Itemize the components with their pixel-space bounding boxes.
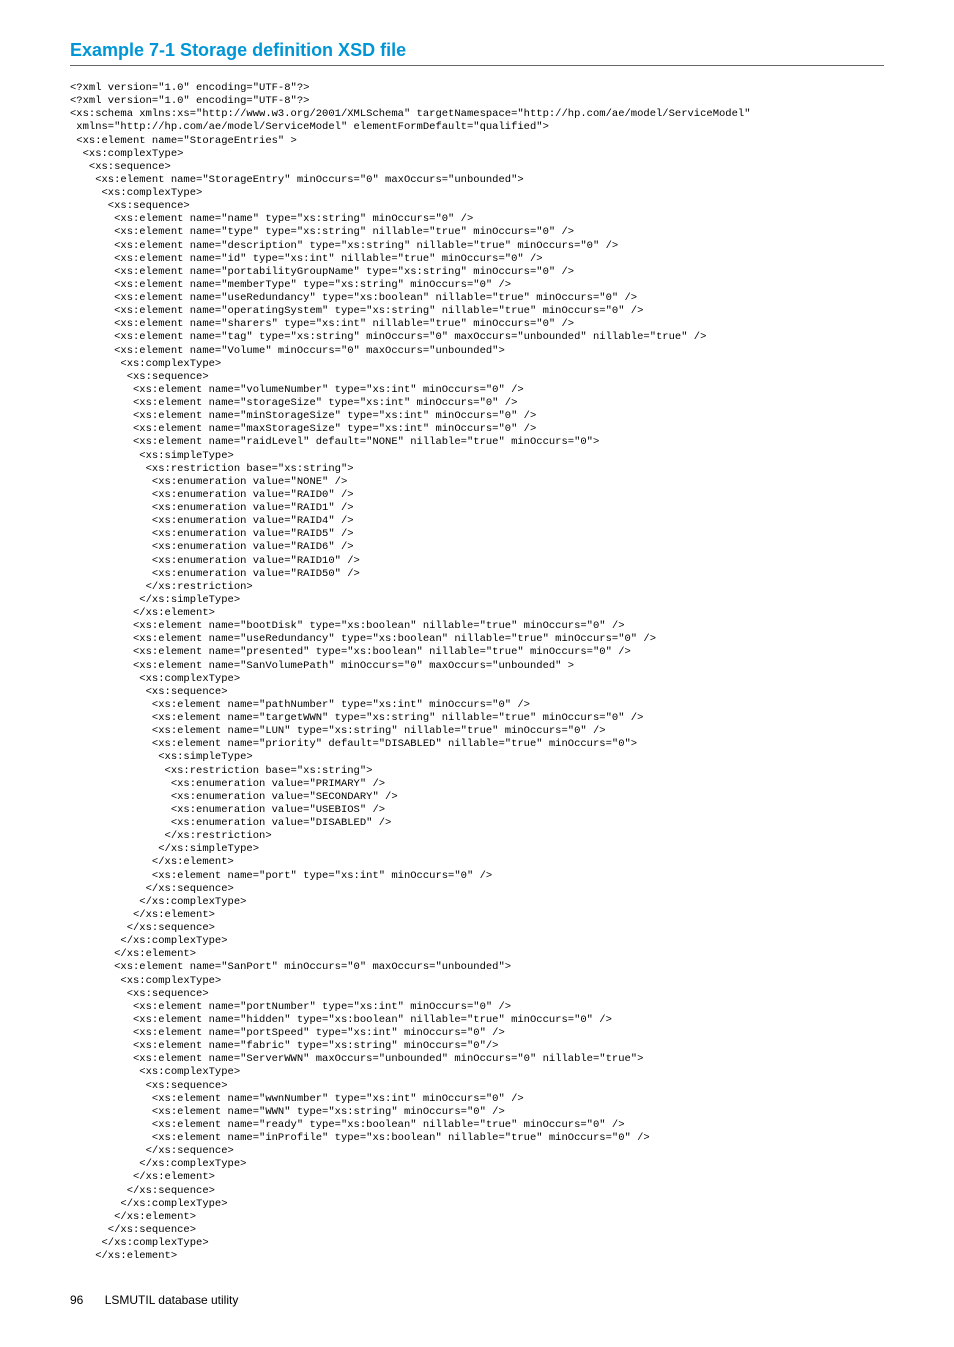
xsd-code-block: <?xml version="1.0" encoding="UTF-8"?> <… (70, 82, 884, 1263)
footer-title: LSMUTIL database utility (105, 1293, 239, 1307)
page-footer: 96 LSMUTIL database utility (70, 1293, 884, 1307)
example-heading: Example 7-1 Storage definition XSD file (70, 40, 884, 66)
page-number: 96 (70, 1293, 83, 1307)
